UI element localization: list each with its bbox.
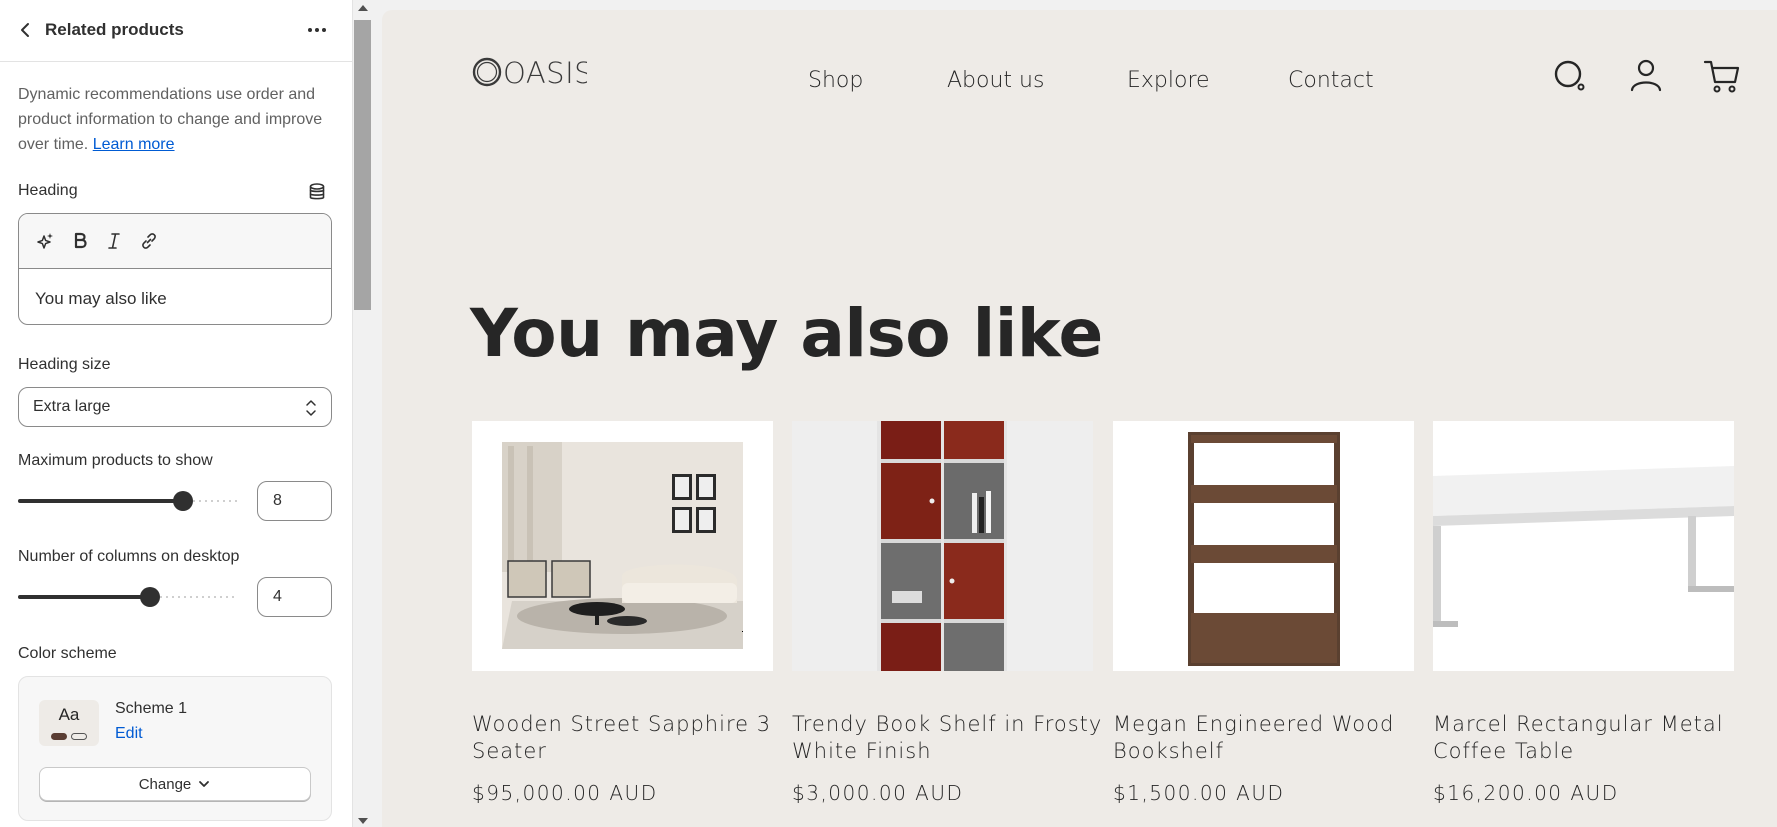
italic-button[interactable] [102,229,126,253]
panel-header: Related products [0,0,352,62]
oasis-logo: OASIS [472,56,593,90]
max-products-input[interactable]: 8 [257,481,332,521]
cart-button[interactable] [1702,56,1742,96]
learn-more-link[interactable]: Learn more [93,136,175,153]
color-scheme-card: Aa Scheme 1 Edit Change [18,676,332,821]
store-logo[interactable]: OASIS [472,54,593,98]
bold-icon [74,232,87,249]
bookshelf-image [877,421,1007,671]
slider-thumb[interactable] [173,491,193,511]
product-price: $1,500.00 AUD [1113,781,1285,805]
rte-toolbar [19,214,331,269]
living-room-image [502,442,743,649]
insert-link-button[interactable] [137,229,161,253]
user-icon [1630,59,1662,92]
product-title[interactable]: Marcel Rectangular Metal Coffee Table [1433,711,1753,765]
nav-about-us[interactable]: About us [947,68,1044,93]
link-icon [142,233,156,249]
swatch-secondary-pill [71,733,87,740]
settings-panel: Related products Dynamic recommendations… [0,0,353,827]
change-button-label: Change [138,775,192,793]
product-image-sofa[interactable] [472,421,773,671]
search-button[interactable] [1550,56,1590,96]
dynamic-source-button[interactable] [307,182,327,202]
database-icon [309,183,325,200]
panel-title: Related products [45,20,184,39]
product-title[interactable]: Trendy Book Shelf in Frosty White Finish [792,711,1112,765]
max-products-label: Maximum products to show [18,452,213,469]
scrollbar-thumb[interactable] [354,20,371,310]
back-button[interactable] [14,18,38,42]
wood-bookshelf-image [1188,432,1340,666]
heading-size-select[interactable]: Extra large [18,387,332,427]
columns-input[interactable]: 4 [257,577,332,617]
heading-size-label: Heading size [18,356,111,373]
select-chevrons-icon [306,400,316,416]
scheme-name: Scheme 1 [115,700,188,717]
ellipsis-icon [308,28,326,32]
storefront-preview: OASIS Shop About us Explore Contact You … [382,10,1777,827]
slider-track-rest [193,500,238,502]
coffee-table-image [1433,466,1734,627]
heading-rich-text-editor: You may also like [18,213,332,325]
product-title[interactable]: Wooden Street Sapphire 3 Seater [472,711,792,765]
product-image-coffee-table[interactable] [1433,421,1734,671]
product-image-wood-bookshelf[interactable] [1113,421,1414,671]
change-scheme-button[interactable]: Change [39,767,311,801]
nav-explore[interactable]: Explore [1127,68,1210,93]
product-price: $16,200.00 AUD [1433,781,1619,805]
slider-track-filled [18,595,150,599]
scroll-up-arrow[interactable] [358,5,368,11]
panel-scrollbar[interactable] [353,0,373,827]
more-actions-button[interactable] [304,18,330,42]
color-scheme-label: Color scheme [18,645,117,662]
slider-track-rest [160,596,238,598]
account-button[interactable] [1626,56,1666,96]
italic-icon [108,233,120,249]
section-heading: You may also like [470,295,1103,372]
product-title[interactable]: Megan Engineered Wood Bookshelf [1113,711,1433,765]
nav-contact[interactable]: Contact [1288,68,1374,93]
swatch-primary-pill [51,733,67,740]
heading-text-value[interactable]: You may also like [35,289,167,309]
scheme-edit-link[interactable]: Edit [115,725,143,743]
scroll-down-arrow[interactable] [358,818,368,824]
slider-thumb[interactable] [140,587,160,607]
max-products-slider[interactable] [18,489,238,513]
heading-size-value: Extra large [33,398,111,415]
columns-label: Number of columns on desktop [18,548,240,565]
sparkle-icon [37,233,53,249]
logo-text: OASIS [503,56,587,90]
section-description: Dynamic recommendations use order and pr… [18,82,336,157]
product-price: $3,000.00 AUD [792,781,964,805]
product-image-bookshelf[interactable] [792,421,1093,671]
ai-generate-button[interactable] [33,229,57,253]
search-icon [1554,60,1585,91]
product-price: $95,000.00 AUD [472,781,658,805]
swatch-sample-text: Aa [58,705,80,724]
slider-track-filled [18,499,183,503]
bold-button[interactable] [68,229,92,253]
columns-slider[interactable] [18,585,238,609]
heading-label: Heading [18,182,78,199]
cart-icon [1703,60,1740,93]
scheme-swatch: Aa [39,700,99,746]
chevron-left-icon [21,23,29,37]
nav-shop[interactable]: Shop [808,68,863,93]
chevron-down-icon [199,781,210,787]
